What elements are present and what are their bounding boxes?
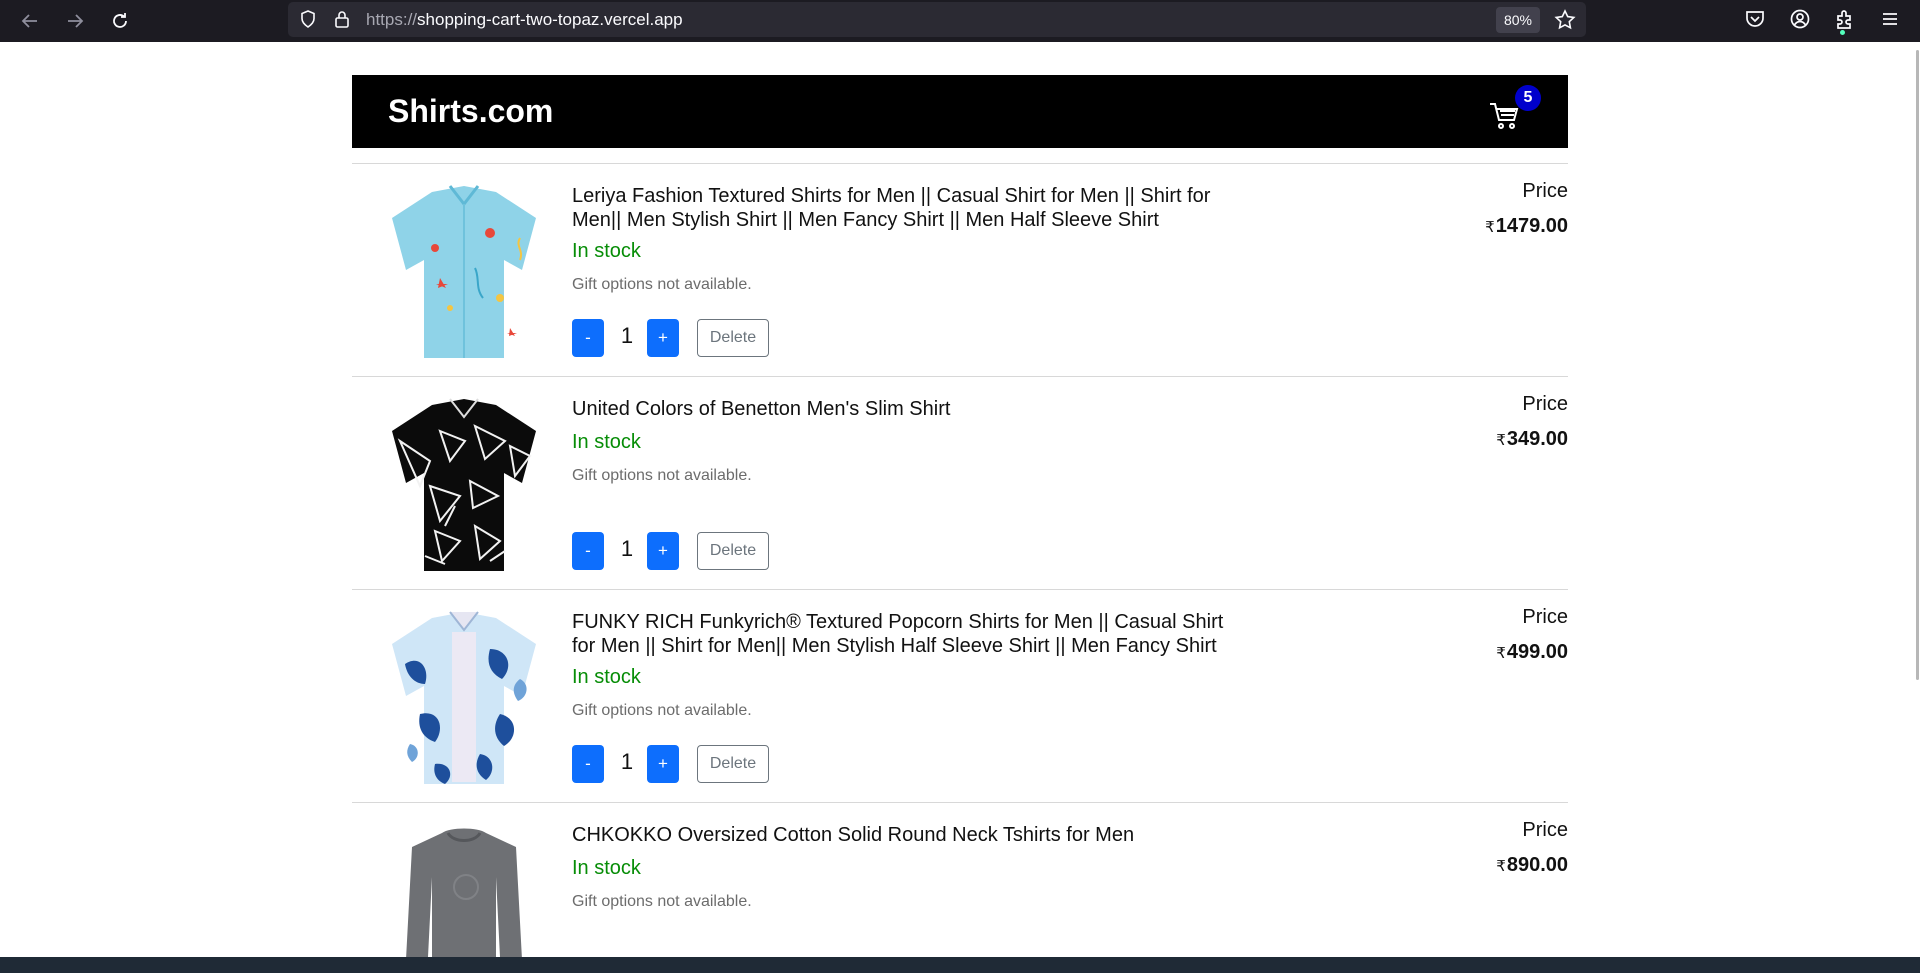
delete-button[interactable]: Delete xyxy=(697,319,769,357)
back-arrow-icon[interactable] xyxy=(15,6,45,36)
shield-icon[interactable] xyxy=(298,9,318,29)
gift-options-text: Gift options not available. xyxy=(572,893,752,910)
price-amount: 349.00 xyxy=(1506,428,1568,450)
price-value: ₹1479.00 xyxy=(1485,215,1568,238)
stock-status: In stock xyxy=(572,857,641,879)
decrease-quantity-button[interactable]: - xyxy=(572,319,604,357)
brand-logo[interactable]: Shirts.com xyxy=(388,93,553,130)
product-title[interactable]: CHKOKKO Oversized Cotton Solid Round Nec… xyxy=(572,823,1252,847)
gift-options-text: Gift options not available. xyxy=(572,467,752,484)
currency-symbol: ₹ xyxy=(1496,858,1506,875)
price-amount: 499.00 xyxy=(1506,641,1568,663)
site-header: Shirts.com 5 xyxy=(352,75,1568,148)
quantity-value: 1 xyxy=(620,323,634,348)
increase-quantity-button[interactable]: + xyxy=(647,532,679,570)
forward-arrow-icon[interactable] xyxy=(60,6,90,36)
price-label: Price xyxy=(1522,393,1568,415)
product-title[interactable]: United Colors of Benetton Men's Slim Shi… xyxy=(572,397,1252,421)
menu-icon[interactable] xyxy=(1877,6,1903,32)
cart-item: Leriya Fashion Textured Shirts for Men |… xyxy=(352,164,1568,377)
url-text[interactable]: https://shopping-cart-two-topaz.vercel.a… xyxy=(366,10,683,30)
account-icon[interactable] xyxy=(1787,6,1813,32)
extension-status-dot xyxy=(1840,30,1845,35)
decrease-quantity-button[interactable]: - xyxy=(572,532,604,570)
quantity-controls: - 1 + Delete xyxy=(572,532,792,572)
product-image xyxy=(392,611,536,784)
stock-status: In stock xyxy=(572,666,641,688)
price-label: Price xyxy=(1522,180,1568,202)
quantity-value: 1 xyxy=(620,536,634,561)
quantity-controls: - 1 + Delete xyxy=(572,745,792,785)
gift-options-text: Gift options not available. xyxy=(572,276,752,293)
price-value: ₹499.00 xyxy=(1496,641,1568,664)
star-icon[interactable] xyxy=(1553,8,1577,32)
price-value: ₹349.00 xyxy=(1496,428,1568,451)
product-image xyxy=(392,398,536,571)
increase-quantity-button[interactable]: + xyxy=(647,319,679,357)
delete-button[interactable]: Delete xyxy=(697,532,769,570)
product-image xyxy=(392,185,536,358)
price-value: ₹890.00 xyxy=(1496,854,1568,877)
scrollbar-thumb[interactable] xyxy=(1916,50,1919,680)
currency-symbol: ₹ xyxy=(1496,645,1506,662)
cart-item: United Colors of Benetton Men's Slim Shi… xyxy=(352,377,1568,590)
pocket-icon[interactable] xyxy=(1742,6,1768,32)
cart-item: CHKOKKO Oversized Cotton Solid Round Nec… xyxy=(352,803,1568,957)
price-amount: 890.00 xyxy=(1506,854,1568,876)
cart-item: FUNKY RICH Funkyrich® Textured Popcorn S… xyxy=(352,590,1568,803)
os-taskbar xyxy=(0,957,1920,973)
quantity-value: 1 xyxy=(620,749,634,774)
lock-icon[interactable] xyxy=(332,9,352,29)
stock-status: In stock xyxy=(572,431,641,453)
address-bar[interactable]: https://shopping-cart-two-topaz.vercel.a… xyxy=(288,2,1586,37)
currency-symbol: ₹ xyxy=(1496,432,1506,449)
url-host: shopping-cart-two-topaz.vercel.app xyxy=(417,10,683,29)
product-title[interactable]: FUNKY RICH Funkyrich® Textured Popcorn S… xyxy=(572,610,1252,658)
stock-status: In stock xyxy=(572,240,641,262)
currency-symbol: ₹ xyxy=(1485,219,1495,236)
increase-quantity-button[interactable]: + xyxy=(647,745,679,783)
decrease-quantity-button[interactable]: - xyxy=(572,745,604,783)
gift-options-text: Gift options not available. xyxy=(572,702,752,719)
cart-count-badge: 5 xyxy=(1515,85,1541,111)
page-scrollbar[interactable] xyxy=(1914,42,1920,957)
delete-button[interactable]: Delete xyxy=(697,745,769,783)
extensions-icon[interactable] xyxy=(1832,6,1858,32)
product-title[interactable]: Leriya Fashion Textured Shirts for Men |… xyxy=(572,184,1252,232)
price-amount: 1479.00 xyxy=(1495,215,1568,237)
price-label: Price xyxy=(1522,606,1568,628)
price-label: Price xyxy=(1522,819,1568,841)
product-image xyxy=(406,828,522,957)
browser-toolbar: https://shopping-cart-two-topaz.vercel.a… xyxy=(0,0,1920,42)
page-content: Shirts.com 5 Leriya Fashion Textured Shi… xyxy=(0,42,1920,957)
quantity-controls: - 1 + Delete xyxy=(572,319,792,359)
zoom-level-badge[interactable]: 80% xyxy=(1496,7,1540,33)
url-scheme: https:// xyxy=(366,10,418,29)
reload-icon[interactable] xyxy=(105,6,135,36)
